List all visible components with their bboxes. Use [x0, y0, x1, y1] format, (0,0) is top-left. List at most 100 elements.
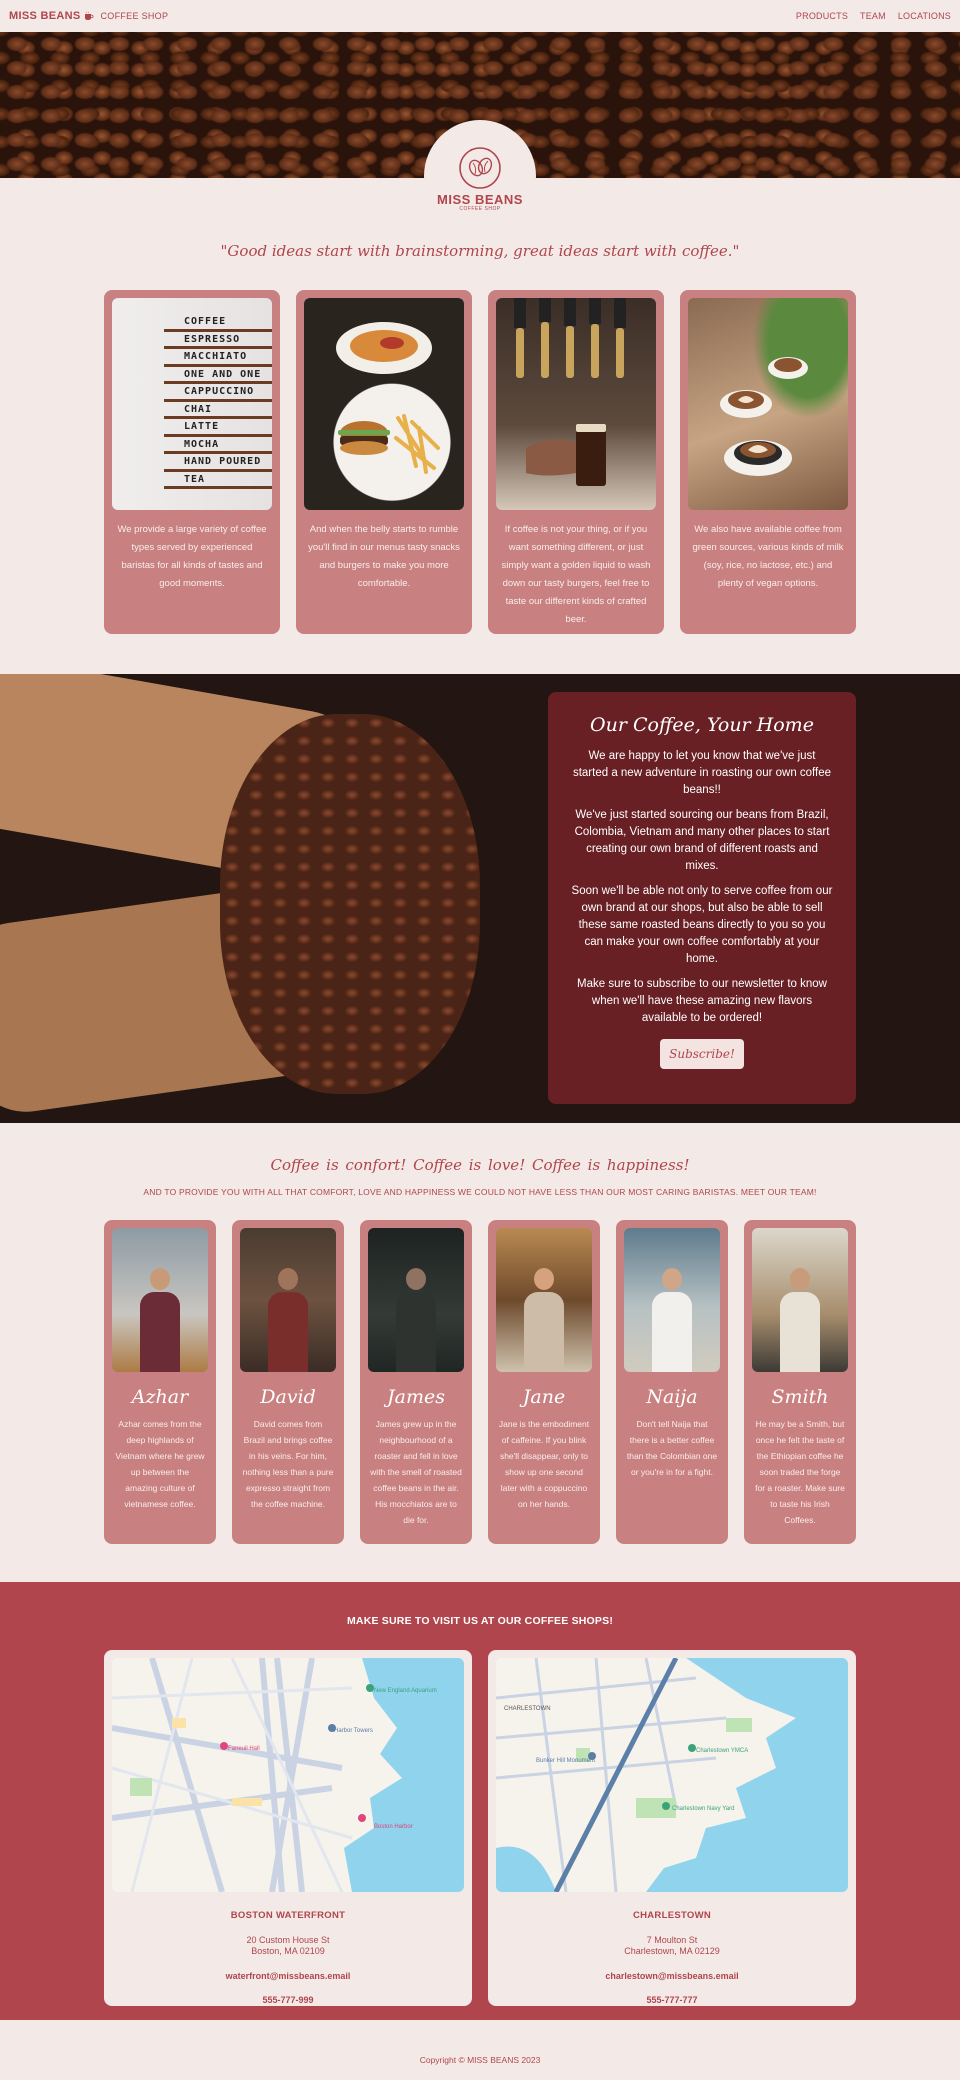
address-line: Charlestown, MA 02129 [624, 1946, 720, 1956]
burger-and-fries-image [304, 298, 464, 510]
logo-subtitle: COFFEE SHOP [459, 206, 501, 212]
team-card-naija: Naija Don't tell Naija that there is a b… [616, 1220, 728, 1544]
feature-card-vegan: We also have available coffee from green… [680, 290, 856, 634]
story-paragraph: We are happy to let you know that we've … [572, 750, 832, 796]
coffee-cup-icon [85, 11, 94, 20]
location-phone-link[interactable]: 555-777-999 [112, 1995, 464, 2005]
location-phone-link[interactable]: 555-777-777 [496, 1995, 848, 2005]
feature-card-coffee: COFFEE ESPRESSO MACCHIATO ONE AND ONE CA… [104, 290, 280, 634]
boston-waterfront-map[interactable]: Harbor Towers Boston Harbor New England … [112, 1658, 464, 1892]
barista-name: Smith [771, 1386, 829, 1408]
map-label: Boston Harbor [374, 1824, 413, 1830]
story-title: Our Coffee, Your Home [590, 714, 814, 736]
burger-illustration [336, 322, 440, 474]
menu-item: CHAI [164, 402, 272, 419]
location-address: 20 Custom House St Boston, MA 02109 [112, 1935, 464, 1957]
menu-item: LATTE [164, 419, 272, 437]
barista-photo [240, 1228, 336, 1372]
latte-cups-image [688, 298, 848, 510]
location-card-charlestown: CHARLESTOWN Bunker Hill Monument Charles… [488, 1650, 856, 2006]
story-section: Our Coffee, Your Home We are happy to le… [0, 674, 960, 1123]
barista-bio: David comes from Brazil and brings coffe… [242, 1419, 334, 1509]
map-label: CHARLESTOWN [504, 1706, 551, 1712]
menu-item: HAND POURED [164, 454, 272, 472]
cacao-beans-pile-image [220, 714, 480, 1094]
feature-card-food: And when the belly starts to rumble you'… [296, 290, 472, 634]
menu-item: ONE AND ONE [164, 367, 272, 384]
location-card-boston-waterfront: Harbor Towers Boston Harbor New England … [104, 1650, 472, 2006]
feature-text: We provide a large variety of coffee typ… [117, 524, 267, 589]
barista-bio: He may be a Smith, but once he felt the … [755, 1419, 845, 1525]
subscribe-button[interactable]: Subscribe! [660, 1039, 744, 1069]
team-heading: Coffee is confort! Coffee is love! Coffe… [270, 1156, 690, 1174]
barista-bio: James grew up in the neighbourhood of a … [370, 1419, 462, 1525]
barista-bio: Azhar comes from the deep highlands of V… [115, 1419, 205, 1509]
top-navbar: MISS BEANS COFFEE SHOP PRODUCTS TEAM LOC… [0, 0, 960, 32]
address-line: Boston, MA 02109 [251, 1946, 325, 1956]
logo-title: MISS BEANS [437, 192, 523, 207]
team-subheading: AND TO PROVIDE YOU WITH ALL THAT COMFORT… [143, 1187, 817, 1197]
barista-name: Jane [522, 1386, 566, 1408]
barista-name: James [387, 1386, 445, 1408]
menu-item: MACCHIATO [164, 349, 272, 367]
story-card: Our Coffee, Your Home We are happy to le… [548, 692, 856, 1104]
menu-item: MOCHA [164, 437, 272, 454]
team-card-smith: Smith He may be a Smith, but once he fel… [744, 1220, 856, 1544]
feature-text: We also have available coffee from green… [692, 524, 844, 589]
barista-name: Azhar [131, 1386, 189, 1408]
menu-board: COFFEE ESPRESSO MACCHIATO ONE AND ONE CA… [164, 314, 272, 489]
nav-links: PRODUCTS TEAM LOCATIONS [796, 11, 951, 21]
location-name: BOSTON WATERFRONT [230, 1910, 346, 1921]
map-label: Charlestown Navy Yard [672, 1806, 734, 1812]
locations-title: MAKE SURE TO VISIT US AT OUR COFFEE SHOP… [346, 1615, 614, 1627]
nav-link-team[interactable]: TEAM [860, 11, 886, 21]
beer-taps-illustration [514, 298, 626, 486]
footer-copyright: Copyright © MISS BEANS 2023 [419, 2055, 541, 2065]
barista-photo [752, 1228, 848, 1372]
location-address: 7 Moulton St Charlestown, MA 02129 [496, 1935, 848, 1957]
map-graphic: Harbor Towers Boston Harbor New England … [112, 1658, 464, 1892]
team-card-azhar: Azhar Azhar comes from the deep highland… [104, 1220, 216, 1544]
map-label: Bunker Hill Monument [536, 1758, 595, 1764]
story-paragraph: Make sure to subscribe to our newsletter… [577, 978, 827, 1024]
menu-item: CAPPUCCINO [164, 384, 272, 402]
menu-item: COFFEE [164, 314, 272, 332]
brand-subtitle: COFFEE SHOP [100, 11, 169, 21]
location-email-link[interactable]: waterfront@missbeans.email [112, 1971, 464, 1981]
barista-bio: Don't tell Naija that there is a better … [626, 1419, 718, 1477]
address-line: 20 Custom House St [246, 1935, 330, 1945]
nav-link-products[interactable]: PRODUCTS [796, 11, 848, 21]
barista-name: Naija [646, 1386, 698, 1408]
team-card-jane: Jane Jane is the embodiment of caffeine.… [488, 1220, 600, 1544]
coffee-menu-board-image: COFFEE ESPRESSO MACCHIATO ONE AND ONE CA… [112, 298, 272, 510]
map-label: Charlestown YMCA [696, 1748, 748, 1754]
brainstorming-quote: "Good ideas start with brainstorming, gr… [220, 242, 740, 260]
barista-photo [368, 1228, 464, 1372]
charlestown-map[interactable]: CHARLESTOWN Bunker Hill Monument Charles… [496, 1658, 848, 1892]
feature-text: And when the belly starts to rumble you'… [308, 524, 460, 589]
team-cards: Azhar Azhar comes from the deep highland… [104, 1220, 856, 1544]
map-graphic: CHARLESTOWN Bunker Hill Monument Charles… [496, 1658, 848, 1892]
barista-photo [496, 1228, 592, 1372]
coffee-bean-logo-icon [459, 147, 501, 189]
brand-name[interactable]: MISS BEANS [9, 10, 80, 22]
barista-photo [112, 1228, 208, 1372]
map-label: Faneuil Hall [228, 1746, 260, 1752]
story-paragraph: We've just started sourcing our beans fr… [574, 809, 830, 872]
feature-cards: COFFEE ESPRESSO MACCHIATO ONE AND ONE CA… [104, 290, 856, 634]
nav-link-locations[interactable]: LOCATIONS [898, 11, 951, 21]
story-paragraph: Soon we'll be able not only to serve cof… [571, 885, 833, 965]
feature-text: If coffee is not your thing, or if you w… [501, 524, 651, 625]
team-card-david: David David comes from Brazil and brings… [232, 1220, 344, 1544]
barista-bio: Jane is the embodiment of caffeine. If y… [498, 1419, 590, 1509]
team-card-james: James James grew up in the neighbourhood… [360, 1220, 472, 1544]
barista-name: David [260, 1386, 316, 1408]
map-label: Harbor Towers [334, 1728, 373, 1734]
location-name: CHARLESTOWN [632, 1910, 712, 1921]
menu-item: ESPRESSO [164, 332, 272, 349]
latte-cups-illustration [720, 357, 808, 476]
location-email-link[interactable]: charlestown@missbeans.email [496, 1971, 848, 1981]
address-line: 7 Moulton St [646, 1935, 698, 1945]
menu-item: TEA [164, 472, 272, 489]
beer-taps-image [496, 298, 656, 510]
